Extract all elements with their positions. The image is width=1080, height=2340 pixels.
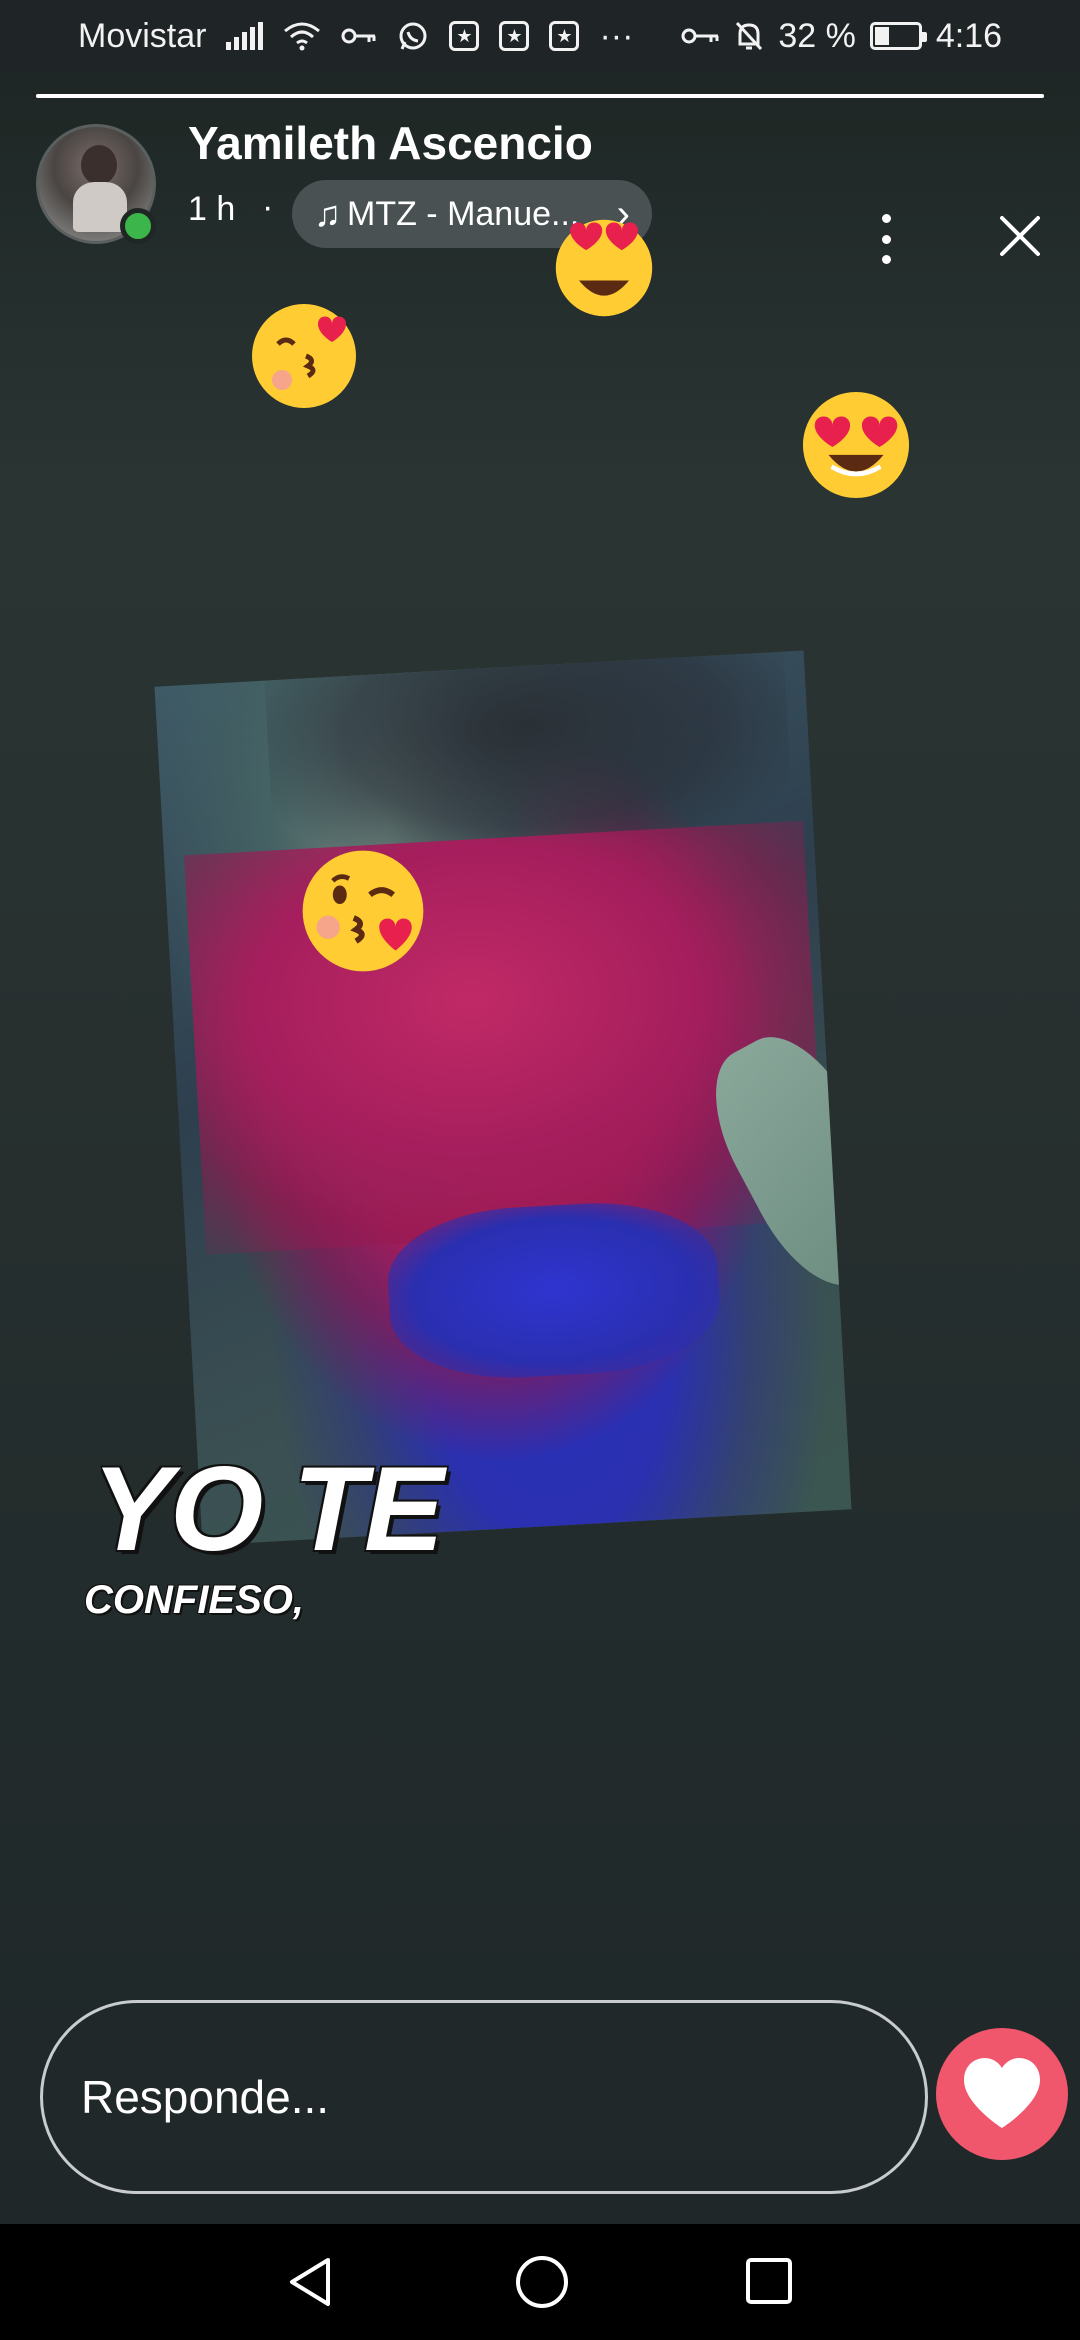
battery-icon bbox=[869, 22, 927, 50]
signal-icon bbox=[226, 22, 264, 50]
app-notification-icon: ★ bbox=[499, 21, 530, 51]
home-circle-icon[interactable] bbox=[514, 2254, 570, 2310]
back-triangle-icon[interactable] bbox=[282, 2254, 338, 2310]
whatsapp-icon bbox=[397, 20, 429, 52]
wifi-icon bbox=[283, 21, 321, 51]
heart-eyes-emoji bbox=[802, 391, 910, 499]
vpn-key-icon bbox=[680, 25, 720, 47]
status-bar: Movistar ★ ★ ★ ··· 32 % 4:16 bbox=[0, 0, 1080, 72]
app-notification-icon: ★ bbox=[449, 21, 480, 51]
music-title: MTZ - Manue... bbox=[347, 194, 580, 233]
heart-eyes-emoji bbox=[555, 219, 653, 317]
like-button[interactable] bbox=[936, 2028, 1068, 2160]
online-status-dot bbox=[120, 208, 156, 244]
battery-percent: 32 % bbox=[778, 16, 856, 55]
caption-sticker-small: CONFIESO, bbox=[84, 1578, 305, 1622]
clock: 4:16 bbox=[935, 16, 1002, 55]
close-icon[interactable] bbox=[996, 212, 1044, 260]
silent-bell-icon bbox=[734, 20, 764, 52]
app-notification-icon: ★ bbox=[549, 21, 580, 51]
recent-square-icon[interactable] bbox=[744, 2256, 794, 2306]
story-progress-fill bbox=[36, 94, 1044, 98]
author-name[interactable]: Yamileth Ascencio bbox=[188, 116, 593, 170]
time-separator: · bbox=[262, 188, 274, 226]
caption-sticker-large: YO TE bbox=[92, 1442, 444, 1576]
post-time: 1 h bbox=[188, 190, 236, 228]
more-vertical-icon[interactable] bbox=[872, 214, 900, 264]
story-progress-bar bbox=[36, 94, 1044, 98]
story-photo bbox=[154, 650, 852, 1546]
heart-icon bbox=[964, 2058, 1040, 2128]
vpn-key-icon bbox=[341, 26, 377, 46]
more-notifications-icon: ··· bbox=[599, 16, 634, 55]
music-note-icon: ♫ bbox=[314, 193, 341, 234]
face-blowing-kiss-emoji bbox=[302, 850, 424, 972]
reply-input[interactable]: Responde... bbox=[40, 2000, 928, 2194]
carrier-label: Movistar bbox=[78, 16, 207, 55]
kissing-emoji bbox=[252, 304, 356, 408]
